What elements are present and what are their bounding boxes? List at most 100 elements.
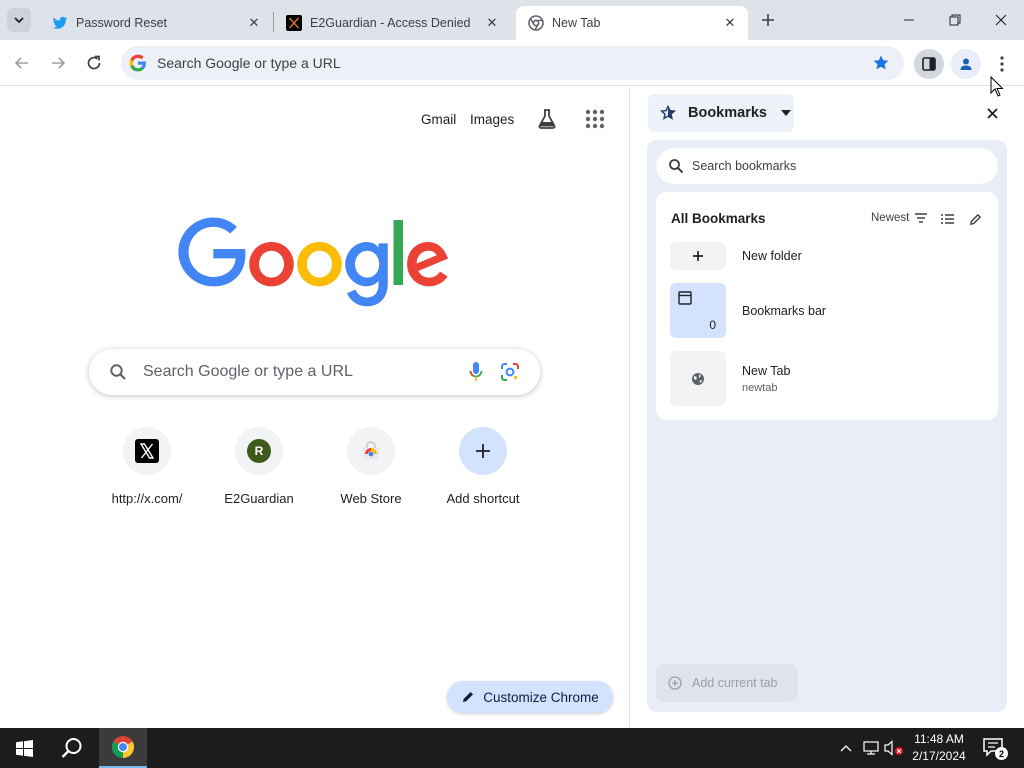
chrome-icon: [112, 736, 134, 758]
row-title: New Tab: [742, 363, 791, 378]
shortcut-label: Add shortcut: [446, 491, 520, 506]
x-logo-icon: [286, 15, 302, 31]
google-logo: [178, 217, 448, 307]
shortcut-add[interactable]: Add shortcut: [427, 427, 539, 506]
gmail-link[interactable]: Gmail: [421, 112, 456, 127]
side-panel-button[interactable]: [914, 49, 944, 79]
close-tab-icon[interactable]: ✕: [482, 13, 502, 33]
add-current-tab-label: Add current tab: [692, 676, 778, 690]
x-logo-icon: [123, 427, 171, 475]
twitter-bird-icon: [52, 15, 68, 31]
minimize-button[interactable]: [886, 0, 932, 40]
google-lens-icon[interactable]: [500, 362, 520, 382]
close-tab-icon[interactable]: ✕: [720, 13, 740, 33]
tab-title: Password Reset: [76, 16, 168, 30]
tab-title: New Tab: [552, 16, 601, 30]
web-store-icon: [347, 427, 395, 475]
mouse-cursor-icon: [990, 76, 1004, 97]
clock-time: 11:48 AM: [914, 732, 964, 746]
address-bar-text: Search Google or type a URL: [157, 55, 341, 71]
bookmarks-bar-row[interactable]: 0 Bookmarks bar: [670, 283, 990, 338]
side-panel-selector[interactable]: Bookmarks: [648, 94, 794, 132]
bookmarks-side-panel: Bookmarks Search bookmarks All Bookmarks…: [630, 87, 1024, 728]
taskbar-clock[interactable]: 11:48 AM 2/17/2024: [906, 731, 972, 765]
close-icon: [986, 107, 998, 119]
add-current-tab-button[interactable]: Add current tab: [656, 664, 798, 702]
tab-search-button[interactable]: [7, 8, 31, 32]
search-icon: [61, 738, 82, 758]
all-bookmarks-heading: All Bookmarks: [671, 211, 766, 226]
shortcut-x[interactable]: http://x.com/: [91, 427, 203, 506]
r-avatar-icon: R: [235, 427, 283, 475]
plus-icon: [459, 427, 507, 475]
taskbar-chrome-button[interactable]: [99, 728, 147, 768]
notification-center-button[interactable]: 2: [982, 736, 1008, 760]
customize-chrome-label: Customize Chrome: [483, 689, 599, 705]
shortcut-web-store[interactable]: Web Store: [315, 427, 427, 506]
plus-icon: [762, 14, 774, 26]
volume-muted-icon[interactable]: [884, 738, 904, 758]
toolbar: Search Google or type a URL: [0, 40, 1024, 86]
add-circle-icon: [668, 676, 682, 690]
close-tab-icon[interactable]: ✕: [244, 13, 264, 33]
tab-new-tab[interactable]: New Tab ✕: [516, 6, 748, 40]
ntp-search-box[interactable]: Search Google or type a URL: [89, 349, 540, 395]
side-panel-title: Bookmarks: [688, 105, 767, 121]
list-view-icon: [940, 214, 954, 224]
network-icon[interactable]: [861, 738, 881, 758]
menu-button[interactable]: [987, 49, 1017, 79]
show-hidden-icons-chevron-icon[interactable]: [836, 738, 856, 758]
notification-count-badge: 2: [995, 747, 1008, 760]
close-window-button[interactable]: [978, 0, 1024, 40]
forward-button[interactable]: [44, 49, 72, 77]
close-side-panel-button[interactable]: [982, 103, 1002, 123]
shortcut-label: E2Guardian: [224, 491, 294, 506]
back-button[interactable]: [8, 49, 36, 77]
tab-password-reset[interactable]: Password Reset ✕: [40, 6, 272, 40]
sort-dropdown[interactable]: Newest: [871, 212, 928, 224]
new-tab-button[interactable]: [756, 8, 780, 32]
folder-count: 0: [709, 318, 716, 332]
labs-flask-icon[interactable]: [535, 107, 559, 131]
bookmarks-search-input[interactable]: Search bookmarks: [656, 148, 998, 184]
shortcut-label: Web Store: [340, 491, 402, 506]
side-panel-body: Search bookmarks All Bookmarks Newest Ne…: [647, 140, 1007, 712]
profile-avatar-icon: [960, 58, 972, 70]
taskbar-search-button[interactable]: [48, 728, 96, 768]
bookmarks-bar-icon: [678, 291, 692, 305]
bookmarks-star-icon: [660, 105, 676, 120]
microphone-icon[interactable]: [468, 361, 484, 383]
images-link[interactable]: Images: [470, 112, 514, 127]
shortcut-e2guardian[interactable]: R E2Guardian: [203, 427, 315, 506]
profile-button[interactable]: [951, 49, 981, 79]
new-tab-bookmark-row[interactable]: New Tab newtab: [670, 351, 990, 406]
start-button[interactable]: [0, 728, 48, 768]
shortcut-label: http://x.com/: [111, 491, 183, 506]
sort-icon: [915, 213, 928, 223]
chrome-icon: [528, 15, 544, 31]
new-folder-row[interactable]: New folder: [670, 242, 990, 270]
row-subtitle: newtab: [742, 381, 778, 394]
sort-label: Newest: [871, 212, 910, 224]
minimize-icon: [904, 19, 914, 21]
forward-arrow-icon: [52, 57, 66, 69]
caret-down-icon: [780, 110, 791, 116]
search-icon: [110, 364, 126, 380]
restore-button[interactable]: [932, 0, 978, 40]
edit-bookmarks-button[interactable]: [966, 210, 984, 228]
reload-icon: [87, 55, 101, 70]
tab-e2guardian[interactable]: E2Guardian - Access Denied ✕: [274, 6, 510, 40]
tab-strip: Password Reset ✕ E2Guardian - Access Den…: [0, 0, 1024, 40]
address-bar[interactable]: Search Google or type a URL: [121, 46, 904, 80]
search-icon: [669, 159, 684, 174]
pencil-icon: [969, 213, 981, 225]
bookmark-star-icon[interactable]: [872, 54, 890, 72]
bookmarks-search-placeholder: Search bookmarks: [692, 159, 797, 173]
reload-button[interactable]: [80, 49, 108, 77]
plus-icon: [670, 242, 726, 270]
avatar-initial: R: [247, 439, 271, 463]
close-icon: [995, 14, 1007, 26]
customize-chrome-button[interactable]: Customize Chrome: [447, 681, 613, 713]
google-apps-icon[interactable]: [585, 109, 605, 129]
list-view-button[interactable]: [938, 210, 956, 228]
